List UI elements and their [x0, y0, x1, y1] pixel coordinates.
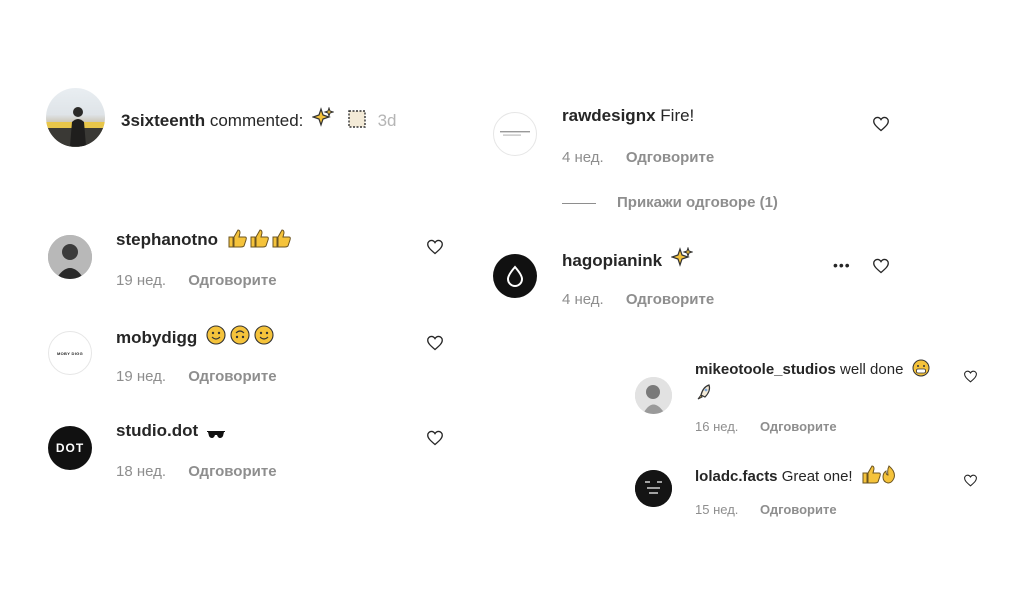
avatar[interactable]: MOBY DIGG: [48, 331, 92, 375]
profile-photo: [635, 470, 672, 507]
comment-time: 18 нед.: [116, 463, 167, 480]
rocket-icon: [695, 383, 713, 408]
comment-meta: 4 нед. Одговорите: [562, 149, 714, 166]
view-replies-button[interactable]: Прикажи одговоре (1): [617, 194, 778, 211]
sparkles-icon: [311, 106, 335, 135]
like-heart-icon[interactable]: [426, 239, 444, 255]
username[interactable]: rawdesignx: [562, 106, 656, 125]
username[interactable]: hagopianink: [562, 251, 662, 270]
avatar-logo: [500, 131, 530, 136]
avatar[interactable]: [635, 377, 672, 414]
username[interactable]: 3sixteenth: [121, 111, 205, 130]
comment-time: 16 нед.: [695, 419, 739, 434]
avatar-logo: MOBY DIGG: [57, 350, 83, 356]
comment-line: mobydigg: [116, 324, 274, 352]
username[interactable]: mikeotoole_studios: [695, 361, 836, 378]
reply-button[interactable]: Одговорите: [188, 272, 276, 289]
comment-time: 19 нед.: [116, 272, 167, 289]
comment-time: 4 нед.: [562, 291, 604, 308]
comment-line: stephanotno: [116, 228, 293, 254]
like-heart-icon[interactable]: [426, 335, 444, 351]
comment-label: commented:: [209, 111, 304, 130]
comment-line: rawdesignx Fire!: [562, 105, 694, 127]
comment-text: Great one!: [781, 468, 853, 485]
reply-line: mikeotoole_studios well done: [695, 359, 930, 383]
avatar-logo: DOT: [55, 441, 85, 455]
comment-time: 15 нед.: [695, 502, 739, 517]
comment-meta: 19 нед. Одговорите: [116, 368, 277, 385]
like-heart-icon[interactable]: [963, 474, 978, 487]
comment-time: 19 нед.: [116, 368, 167, 385]
like-heart-icon[interactable]: [872, 258, 890, 274]
like-heart-icon[interactable]: [963, 370, 978, 383]
username[interactable]: loladc.facts: [695, 468, 778, 485]
comment-meta: 4 нед. Одговорите: [562, 291, 714, 308]
reply-button[interactable]: Одговорите: [760, 502, 837, 517]
reply-button[interactable]: Одговорите: [188, 368, 276, 385]
sparkles-icon: [669, 246, 694, 275]
sunglasses-icon: [206, 423, 225, 445]
profile-photo: [635, 377, 672, 414]
comment-time: 3d: [377, 111, 397, 130]
like-heart-icon[interactable]: [426, 430, 444, 446]
profile-photo: [48, 235, 92, 279]
view-replies-divider: [562, 203, 596, 204]
more-options-button[interactable]: •••: [833, 257, 851, 273]
reply-button[interactable]: Одговорите: [760, 419, 837, 434]
avatar[interactable]: [46, 88, 105, 147]
smile-emoji-icon: [206, 324, 274, 352]
username[interactable]: stephanotno: [116, 230, 218, 249]
reply-meta: 16 нед. Одговорите: [695, 419, 837, 434]
username[interactable]: studio.dot: [116, 421, 198, 440]
username[interactable]: mobydigg: [116, 328, 197, 347]
like-heart-icon[interactable]: [872, 116, 890, 132]
reply-button[interactable]: Одговорите: [188, 463, 276, 480]
stamp-icon: [347, 109, 367, 135]
thumbs-up-icon: [227, 228, 293, 254]
comment-line: hagopianink: [562, 246, 694, 275]
comment-meta: 19 нед. Одговорите: [116, 272, 277, 289]
comment-text: Fire!: [660, 106, 695, 125]
avatar[interactable]: [635, 470, 672, 507]
avatar[interactable]: DOT: [48, 426, 92, 470]
avatar[interactable]: [493, 254, 537, 298]
reply-button[interactable]: Одговорите: [626, 149, 714, 166]
grin-emoji-icon: [912, 359, 930, 383]
comment-text: well done: [840, 361, 904, 378]
comment-time: 4 нед.: [562, 149, 604, 166]
reply-meta: 15 нед. Одговорите: [695, 502, 837, 517]
reply-button[interactable]: Одговорите: [626, 291, 714, 308]
comment-meta: 18 нед. Одговорите: [116, 463, 277, 480]
profile-photo: [46, 107, 105, 147]
thumbs-up-fire-icon: [861, 464, 899, 490]
top-comment-line: 3sixteenth commented: 3d: [121, 106, 397, 135]
drop-logo-icon: [506, 265, 524, 287]
avatar[interactable]: [493, 112, 537, 156]
avatar[interactable]: [48, 235, 92, 279]
comment-line: studio.dot: [116, 420, 225, 445]
reply-line: loladc.facts Great one!: [695, 464, 899, 490]
